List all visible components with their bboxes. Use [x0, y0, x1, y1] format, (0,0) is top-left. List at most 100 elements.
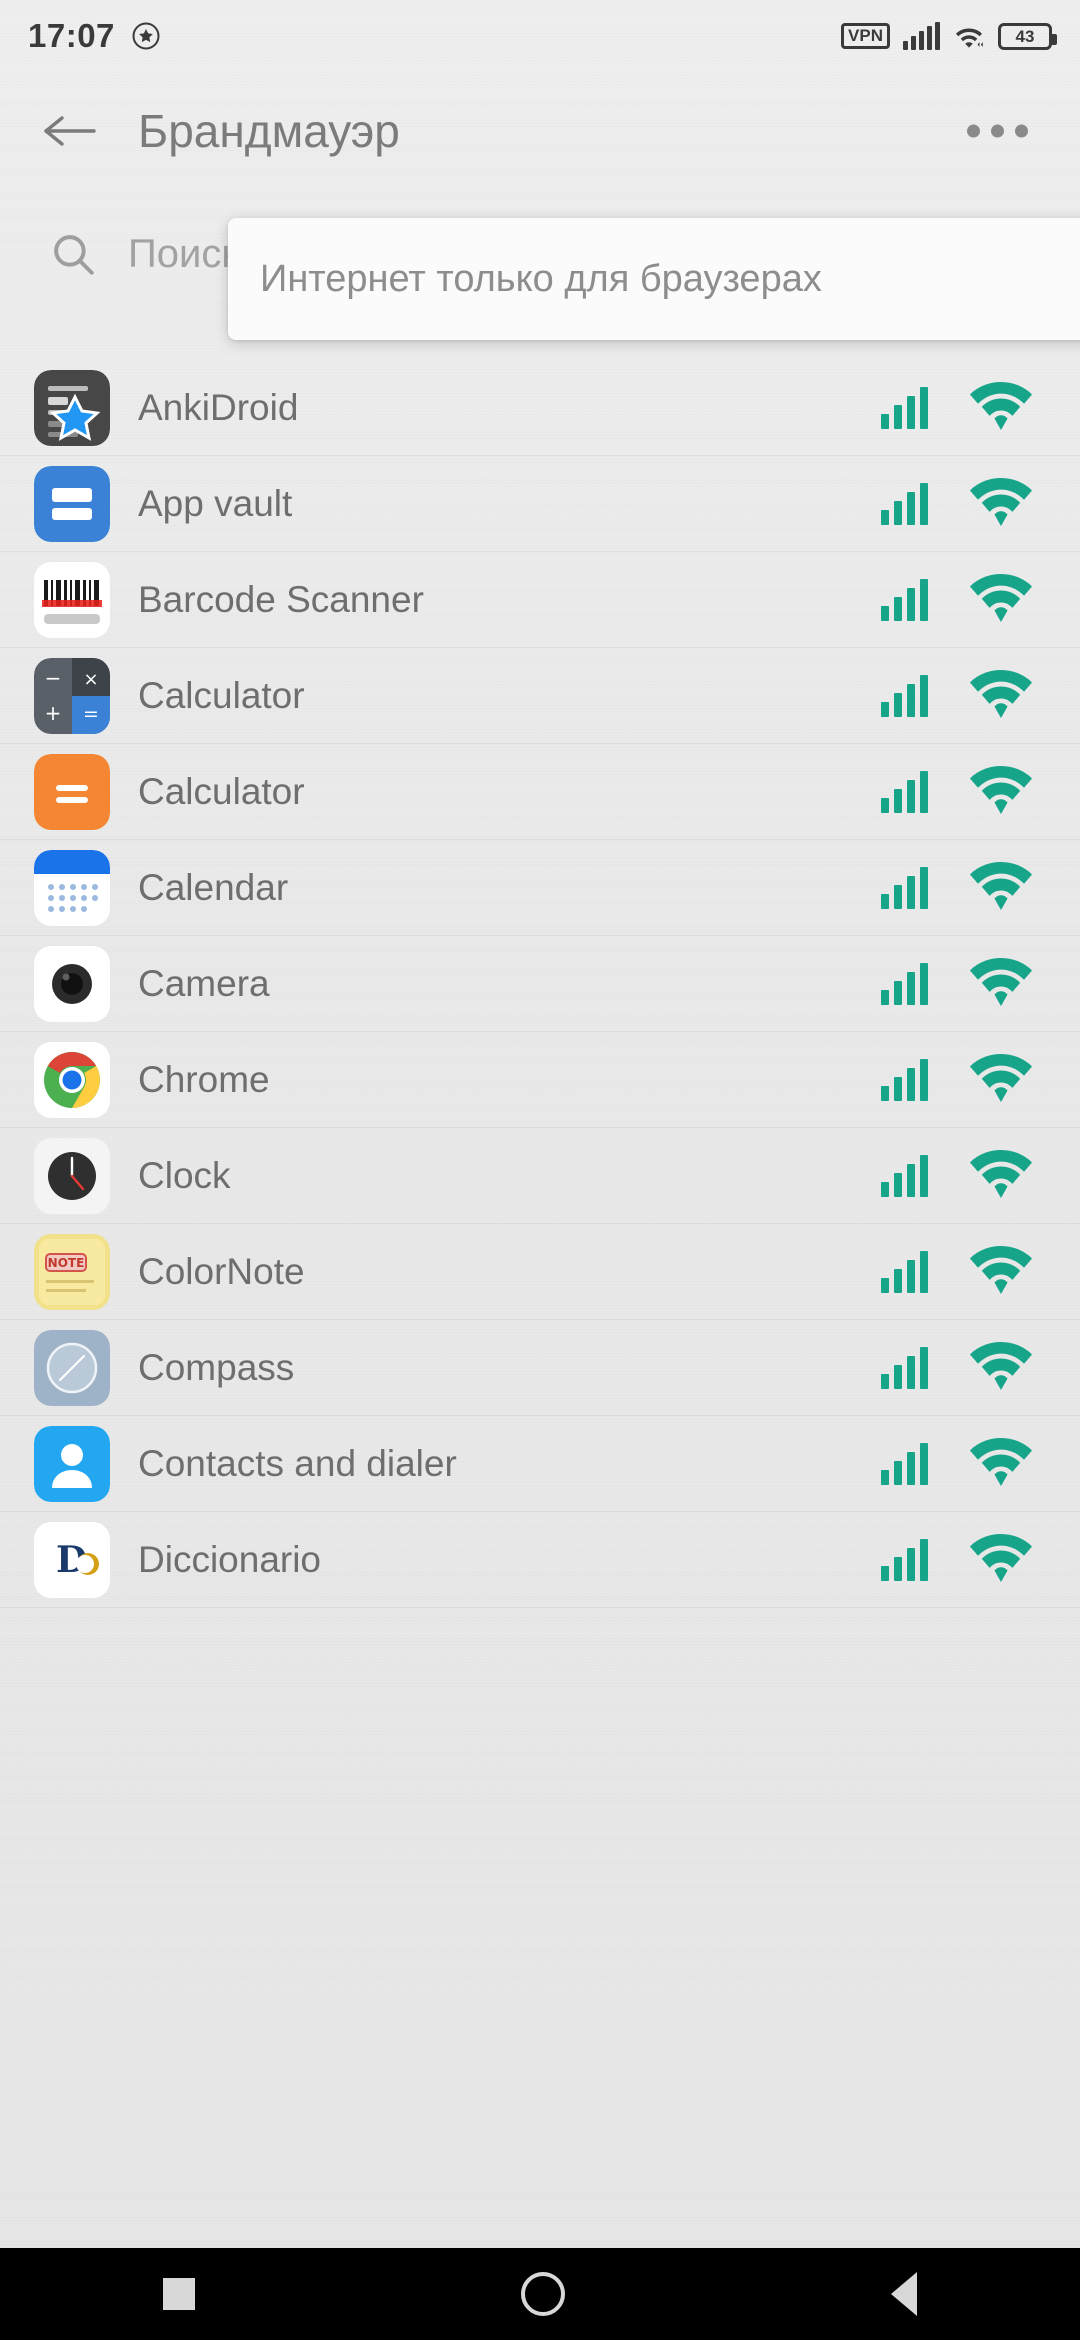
mobile-data-permission-icon — [881, 387, 928, 429]
mobile-data-permission-icon — [881, 1539, 928, 1581]
app-row[interactable]: App vault — [0, 456, 1080, 552]
wifi-toggle[interactable] — [970, 956, 1032, 1013]
circle-home-icon[interactable] — [521, 2272, 565, 2316]
navigation-bar — [0, 2248, 1080, 2340]
app-permissions[interactable] — [881, 1436, 1032, 1493]
clock-icon — [34, 1138, 110, 1214]
wifi-permission-icon — [970, 573, 1032, 622]
app-name-label: App vault — [138, 483, 293, 524]
overflow-dot — [991, 124, 1004, 138]
wifi-toggle[interactable] — [970, 764, 1032, 821]
wifi-permission-icon — [970, 1533, 1032, 1582]
mobile-data-toggle[interactable] — [881, 867, 928, 909]
mobile-data-permission-icon — [881, 1155, 928, 1197]
app-row[interactable]: Calculator — [0, 744, 1080, 840]
app-name-label: Clock — [138, 1155, 231, 1196]
wifi-permission-icon — [970, 1341, 1032, 1390]
mobile-data-permission-icon — [881, 675, 928, 717]
mobile-data-toggle[interactable] — [881, 1347, 928, 1389]
wifi-toggle[interactable] — [970, 1340, 1032, 1397]
app-row[interactable]: Contacts and dialer — [0, 1416, 1080, 1512]
mobile-data-toggle[interactable] — [881, 963, 928, 1005]
toast-message: Интернет только для браузерах — [260, 257, 822, 300]
mobile-data-toggle[interactable] — [881, 1155, 928, 1197]
mobile-data-permission-icon — [881, 1251, 928, 1293]
app-list[interactable]: AnkiDroid App vault Barcode Scanner − × … — [0, 360, 1080, 2248]
back-arrow-icon — [44, 116, 96, 146]
svg-text:×: × — [83, 669, 98, 690]
wifi-toggle[interactable] — [970, 1244, 1032, 1301]
wifi-toggle[interactable] — [970, 860, 1032, 917]
app-permissions[interactable] — [881, 668, 1032, 725]
star-circle-icon — [132, 22, 160, 50]
camera-icon — [34, 946, 110, 1022]
ankidroid-icon — [34, 370, 110, 446]
mobile-data-toggle[interactable] — [881, 579, 928, 621]
overflow-menu-button[interactable] — [953, 111, 1042, 152]
app-row[interactable]: Clock — [0, 1128, 1080, 1224]
vpn-icon: VPN — [841, 23, 890, 49]
app-name-label: Compass — [138, 1347, 295, 1388]
triangle-back-icon[interactable] — [891, 2272, 917, 2316]
app-permissions[interactable] — [881, 572, 1032, 629]
app-row[interactable]: Barcode Scanner — [0, 552, 1080, 648]
wifi-toggle[interactable] — [970, 1052, 1032, 1109]
app-permissions[interactable] — [881, 860, 1032, 917]
app-name-label: Calculator — [138, 675, 305, 716]
app-row[interactable]: Calendar — [0, 840, 1080, 936]
wifi-toggle[interactable] — [970, 1148, 1032, 1205]
wifi-permission-icon — [970, 1149, 1032, 1198]
app-name-label: Diccionario — [138, 1539, 322, 1580]
compass-icon — [34, 1330, 110, 1406]
battery-icon: 43 — [998, 22, 1057, 50]
toast-popup[interactable]: Интернет только для браузерах — [228, 218, 1080, 340]
app-permissions[interactable] — [881, 956, 1032, 1013]
back-button[interactable] — [34, 95, 106, 167]
app-row[interactable]: AnkiDroid — [0, 360, 1080, 456]
app-row[interactable]: Chrome — [0, 1032, 1080, 1128]
app-permissions[interactable] — [881, 764, 1032, 821]
wifi-permission-icon — [970, 957, 1032, 1006]
wifi-toggle[interactable] — [970, 572, 1032, 629]
app-row[interactable]: − × + = Calculator — [0, 648, 1080, 744]
mobile-data-permission-icon — [881, 579, 928, 621]
status-bar-clock: 17:07 — [28, 17, 115, 54]
mobile-data-toggle[interactable] — [881, 387, 928, 429]
app-permissions[interactable] — [881, 1532, 1032, 1589]
app-row[interactable]: NOTE ColorNote — [0, 1224, 1080, 1320]
app-row[interactable]: Compass — [0, 1320, 1080, 1416]
battery-level-label: 43 — [1015, 26, 1035, 46]
wifi-permission-icon — [970, 669, 1032, 718]
mobile-data-toggle[interactable] — [881, 1539, 928, 1581]
mobile-data-toggle[interactable] — [881, 1059, 928, 1101]
appvault-icon — [34, 466, 110, 542]
calendar-icon — [34, 850, 110, 926]
wifi-toggle[interactable] — [970, 380, 1032, 437]
mobile-data-toggle[interactable] — [881, 1443, 928, 1485]
wifi-toggle[interactable] — [970, 476, 1032, 533]
app-permissions[interactable] — [881, 476, 1032, 533]
app-permissions[interactable] — [881, 1244, 1032, 1301]
calculator-grey-icon: − × + = — [34, 658, 110, 734]
wifi-toggle[interactable] — [970, 1532, 1032, 1589]
calculator-orange-icon — [34, 754, 110, 830]
app-permissions[interactable] — [881, 1340, 1032, 1397]
mobile-data-toggle[interactable] — [881, 1251, 928, 1293]
app-permissions[interactable] — [881, 380, 1032, 437]
app-permissions[interactable] — [881, 1148, 1032, 1205]
app-name-label: AnkiDroid — [138, 387, 299, 428]
square-recents-icon[interactable] — [163, 2278, 195, 2310]
mobile-data-toggle[interactable] — [881, 483, 928, 525]
app-name-label: Calendar — [138, 867, 289, 908]
status-bar-left: 17:07 — [28, 17, 161, 55]
app-row[interactable]: D Diccionario — [0, 1512, 1080, 1608]
wifi-toggle[interactable] — [970, 668, 1032, 725]
app-permissions[interactable] — [881, 1052, 1032, 1109]
svg-text:NOTE: NOTE — [48, 1256, 85, 1270]
mobile-data-toggle[interactable] — [881, 675, 928, 717]
app-row[interactable]: Camera — [0, 936, 1080, 1032]
wifi-permission-icon — [970, 765, 1032, 814]
wifi-permission-icon — [970, 477, 1032, 526]
wifi-toggle[interactable] — [970, 1436, 1032, 1493]
mobile-data-toggle[interactable] — [881, 771, 928, 813]
